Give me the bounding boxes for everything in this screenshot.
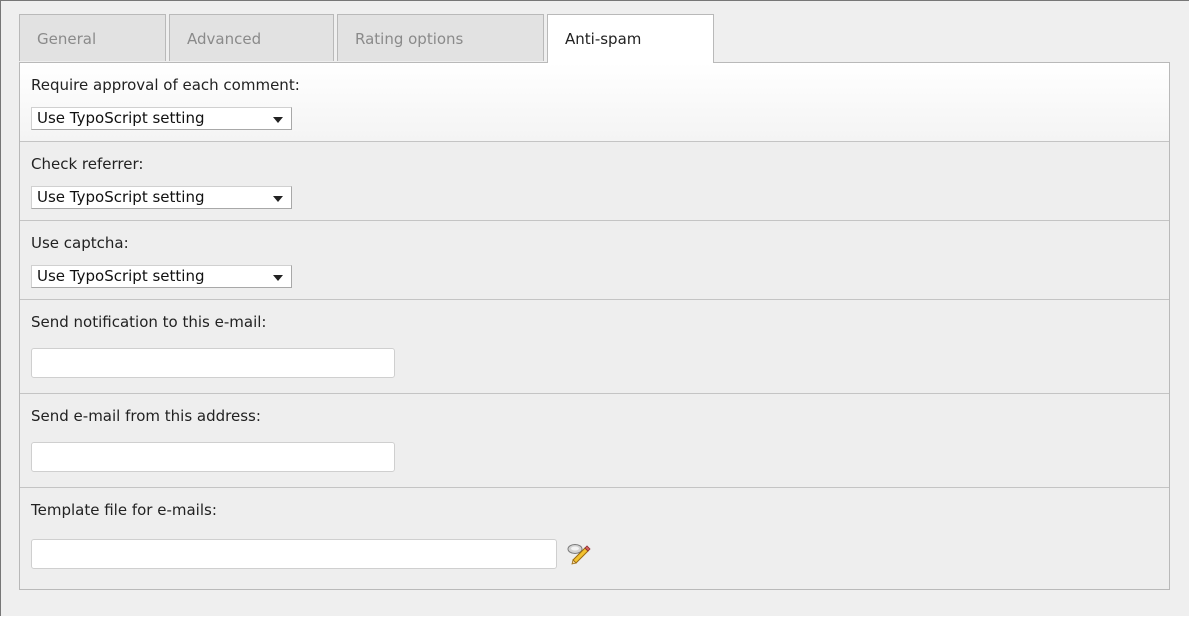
tab-rating-options[interactable]: Rating options [337, 14, 544, 61]
use-captcha-label: Use captcha: [31, 234, 129, 252]
check-referrer-row: Check referrer: Use TypoScript setting [20, 142, 1169, 221]
chevron-down-icon [273, 275, 283, 281]
use-captcha-value: Use TypoScript setting [37, 267, 205, 285]
check-referrer-select[interactable]: Use TypoScript setting [31, 186, 292, 209]
wizard-pencil-icon[interactable] [566, 541, 592, 565]
use-captcha-select[interactable]: Use TypoScript setting [31, 265, 292, 288]
chevron-down-icon [273, 196, 283, 202]
from-email-row: Send e-mail from this address: [20, 394, 1169, 488]
from-email-label: Send e-mail from this address: [31, 407, 261, 425]
from-email-input[interactable] [31, 442, 395, 472]
chevron-down-icon [273, 117, 283, 123]
require-approval-row: Require approval of each comment: Use Ty… [20, 63, 1169, 142]
template-file-input[interactable] [31, 539, 557, 569]
tab-general[interactable]: General [19, 14, 166, 61]
form-frame: General Advanced Rating options Anti-spa… [0, 0, 1189, 616]
require-approval-value: Use TypoScript setting [37, 109, 205, 127]
use-captcha-row: Use captcha: Use TypoScript setting [20, 221, 1169, 300]
anti-spam-panel: Require approval of each comment: Use Ty… [19, 62, 1170, 590]
require-approval-label: Require approval of each comment: [31, 76, 300, 94]
tab-advanced[interactable]: Advanced [169, 14, 334, 61]
notification-email-input[interactable] [31, 348, 395, 378]
require-approval-select[interactable]: Use TypoScript setting [31, 107, 292, 130]
check-referrer-label: Check referrer: [31, 155, 144, 173]
tab-anti-spam[interactable]: Anti-spam [547, 14, 714, 63]
check-referrer-value: Use TypoScript setting [37, 188, 205, 206]
notification-email-row: Send notification to this e-mail: [20, 300, 1169, 394]
notification-email-label: Send notification to this e-mail: [31, 313, 267, 331]
template-file-label: Template file for e-mails: [31, 501, 217, 519]
template-file-row: Template file for e-mails: [20, 488, 1169, 589]
